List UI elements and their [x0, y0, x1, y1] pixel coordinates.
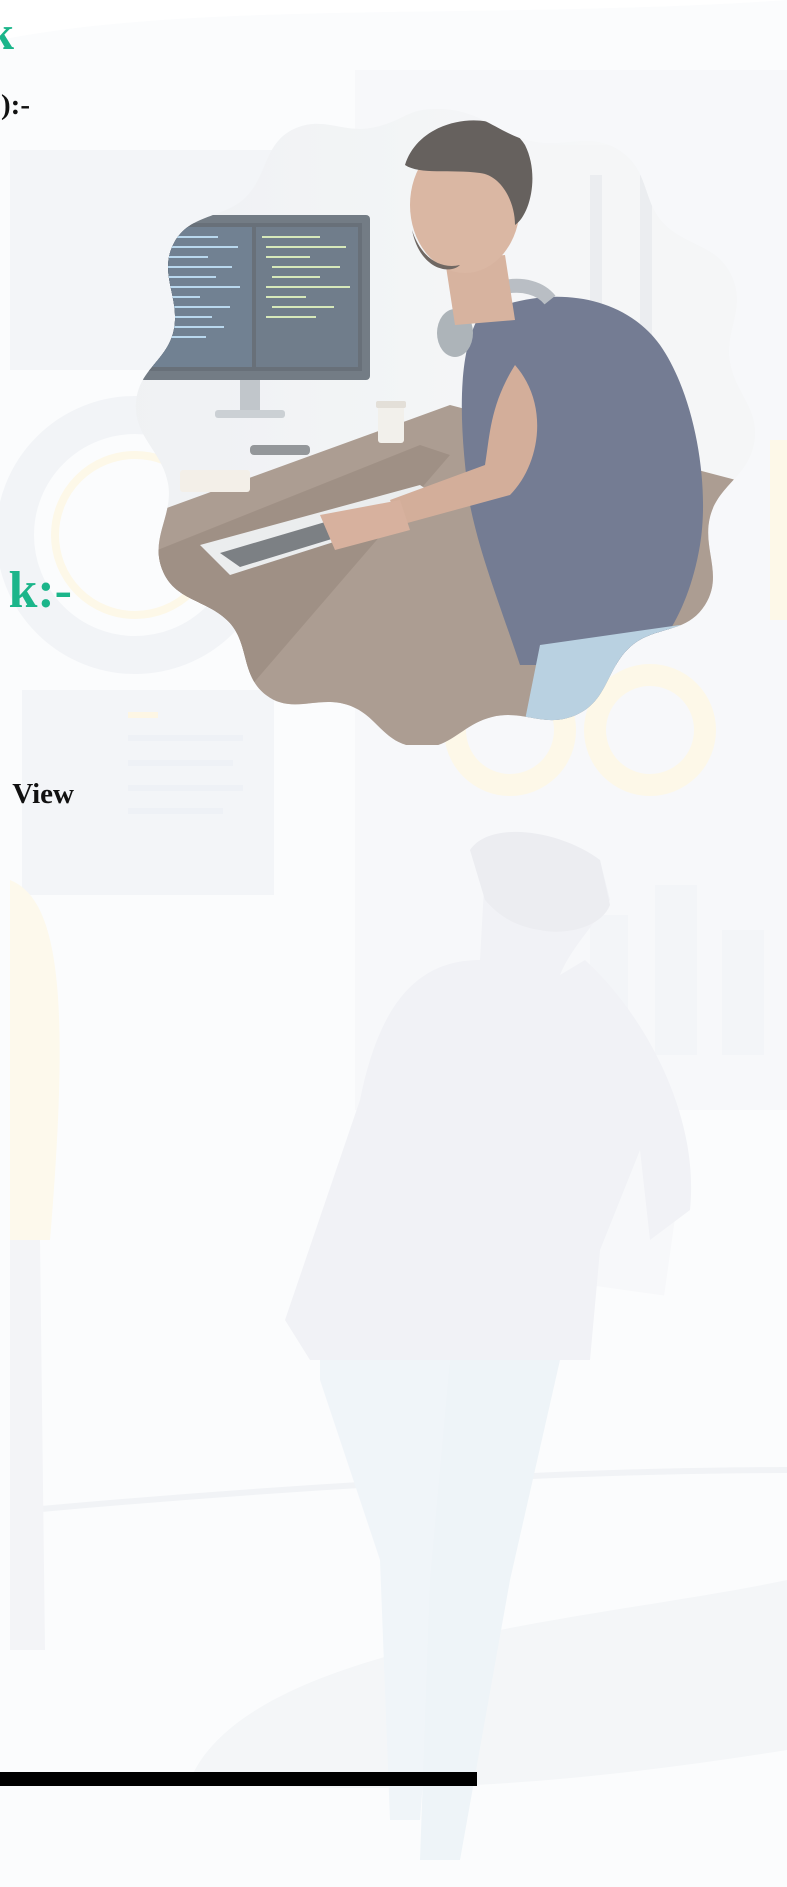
section-heading-middle: k:- — [0, 562, 72, 620]
page: k ):- k:- View — [0, 0, 787, 1887]
section-heading-middle-text: k:- — [8, 562, 72, 619]
section-subheading: ):- — [0, 88, 30, 122]
section-heading-top-text: k — [0, 8, 14, 60]
developer-photo — [120, 105, 755, 748]
section-heading-top: k — [0, 8, 14, 60]
bottom-divider-bar — [0, 1772, 477, 1786]
section-subheading-text: ):- — [1, 89, 30, 121]
view-label-text: View — [12, 778, 74, 810]
view-label: View — [0, 777, 74, 811]
